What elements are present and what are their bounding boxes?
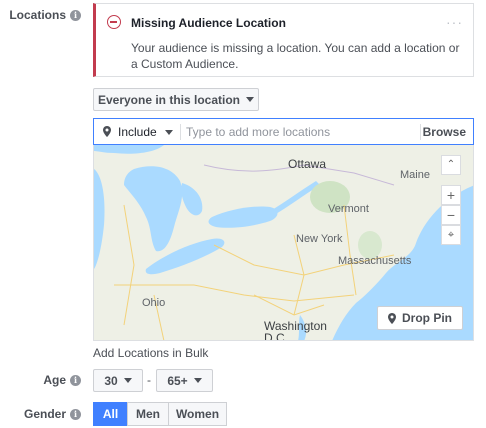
map-label-ottawa: Ottawa	[288, 157, 327, 171]
alert-body: Your audience is missing a location. You…	[131, 41, 460, 71]
map-label-maine: Maine	[400, 169, 430, 181]
location-map[interactable]: Ottawa Maine Vermont New York Massachuse…	[93, 145, 474, 341]
divider	[420, 124, 421, 140]
map-expand-icon[interactable]: ⌃	[441, 155, 461, 175]
caret-down-icon	[246, 97, 255, 102]
gender-label: Gender i	[24, 407, 81, 421]
more-options-icon[interactable]: ···	[446, 14, 463, 30]
zoom-out-button[interactable]: −	[441, 205, 461, 225]
include-dropdown[interactable]: Include	[118, 125, 173, 139]
locations-label: Locations i	[9, 8, 81, 22]
age-max-dropdown[interactable]: 65+	[156, 369, 213, 392]
gender-selector: All Men Women	[93, 402, 227, 426]
alert-title: Missing Audience Location	[131, 16, 286, 30]
info-icon[interactable]: i	[70, 408, 81, 420]
age-separator: -	[147, 373, 151, 387]
drop-pin-button[interactable]: Drop Pin	[377, 306, 463, 330]
map-label-massachusetts: Massachusetts	[338, 255, 412, 267]
missing-location-alert: Missing Audience Location Your audience …	[93, 3, 474, 77]
location-search-bar: Include Browse	[93, 118, 474, 145]
map-label-vermont: Vermont	[328, 203, 369, 215]
location-scope-dropdown[interactable]: Everyone in this location	[93, 88, 259, 111]
divider	[180, 124, 181, 140]
gender-all-button[interactable]: All	[93, 402, 128, 426]
location-search-input[interactable]	[186, 124, 411, 140]
age-label: Age i	[43, 373, 81, 387]
map-label-new-york: New York	[296, 233, 343, 245]
caret-down-icon	[193, 378, 202, 383]
age-min-dropdown[interactable]: 30	[93, 369, 143, 392]
info-icon[interactable]: i	[70, 374, 81, 386]
browse-button[interactable]: Browse	[423, 125, 466, 139]
caret-down-icon	[123, 378, 132, 383]
gender-men-button[interactable]: Men	[127, 402, 169, 426]
location-pin-icon	[103, 126, 111, 137]
info-icon[interactable]: i	[70, 9, 81, 21]
add-locations-bulk-link[interactable]: Add Locations in Bulk	[93, 346, 208, 360]
zoom-in-button[interactable]: +	[441, 185, 461, 205]
recenter-icon[interactable]: ⌖	[441, 225, 461, 245]
error-minus-icon	[107, 15, 121, 29]
caret-down-icon	[164, 129, 173, 135]
location-pin-icon	[388, 312, 396, 324]
map-label-dc: D.C.	[264, 331, 288, 341]
gender-women-button[interactable]: Women	[168, 402, 227, 426]
map-label-ohio: Ohio	[142, 297, 166, 309]
